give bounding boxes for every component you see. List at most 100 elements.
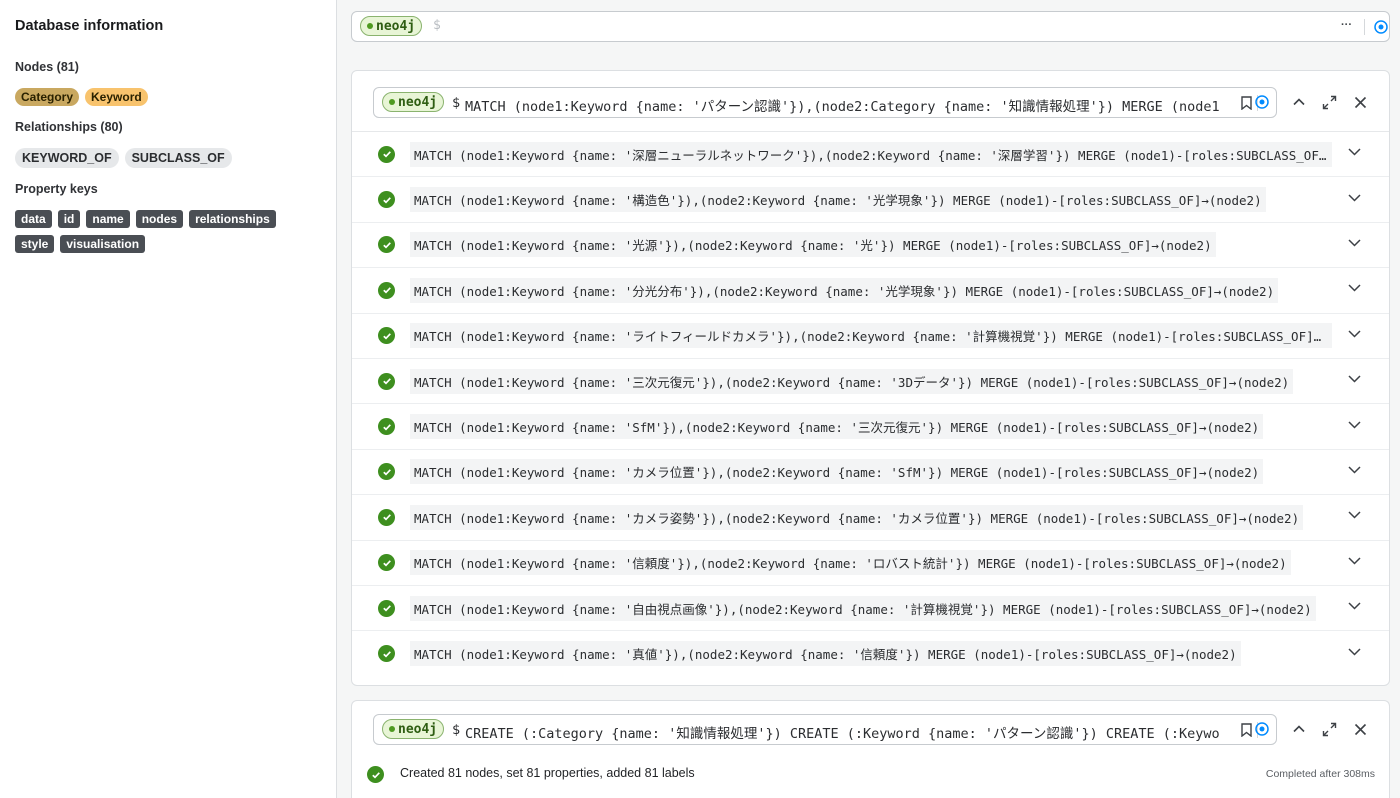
close-icon (1354, 96, 1366, 108)
save-favorite-button[interactable] (1239, 722, 1253, 738)
chevron-up-icon (1293, 98, 1305, 106)
statement-query: MATCH (node1:Keyword {name: 'カメラ位置'}),(n… (410, 459, 1264, 485)
relationship-type-chip[interactable]: KEYWORD_OF (15, 148, 119, 168)
run-query-button[interactable] (1373, 19, 1389, 35)
statement-row[interactable]: MATCH (node1:Keyword {name: '三次元復元'}),(n… (352, 359, 1389, 405)
fullscreen-button[interactable] (1320, 93, 1338, 111)
fullscreen-button[interactable] (1320, 720, 1338, 738)
relationship-type-list: KEYWORD_OF SUBCLASS_OF (15, 148, 321, 168)
result-summary: Created 81 nodes, set 81 properties, add… (352, 759, 1389, 789)
statement-row[interactable]: MATCH (node1:Keyword {name: '自由視点画像'}),(… (352, 586, 1389, 632)
database-name: neo4j (398, 721, 438, 737)
node-label-list: Category Keyword (15, 88, 321, 106)
rerun-query-button[interactable] (1254, 94, 1270, 110)
property-key-chip[interactable]: relationships (189, 210, 276, 228)
chevron-up-icon (1293, 725, 1305, 733)
database-name: neo4j (398, 94, 438, 110)
statement-row[interactable]: MATCH (node1:Keyword {name: '信頼度'}),(nod… (352, 541, 1389, 586)
property-key-list: data id name nodes relationships style visuali… (15, 210, 321, 253)
success-check-icon (378, 599, 395, 617)
bookmark-icon (1240, 723, 1252, 737)
frame-header: neo4j $ CREATE (:Category {name: '知識情報処理… (352, 701, 1389, 761)
frame-query-editor[interactable]: neo4j $ CREATE (:Category {name: '知識情報処理… (373, 714, 1277, 745)
statement-row[interactable]: MATCH (node1:Keyword {name: '構造色'}),(nod… (352, 177, 1389, 223)
editor-prompt: $ (433, 18, 441, 33)
bookmark-icon (1240, 96, 1252, 110)
relationships-heading: Relationships (80) (15, 120, 123, 134)
chevron-down-icon[interactable] (1347, 371, 1362, 391)
statement-row[interactable]: MATCH (node1:Keyword {name: 'ライトフィールドカメラ… (352, 314, 1389, 359)
connected-dot-icon (389, 726, 395, 732)
query-prompt: $ (452, 722, 461, 738)
play-circle-icon (1374, 20, 1388, 34)
property-key-chip[interactable]: name (86, 210, 130, 228)
close-frame-button[interactable] (1351, 720, 1369, 738)
query-text: CREATE (:Category {name: '知識情報処理'}) CREA… (465, 726, 1220, 742)
more-options-button[interactable]: ··· (1341, 19, 1352, 31)
success-check-icon (378, 645, 395, 663)
database-info-sidebar: Database information Nodes (81) Category… (0, 0, 337, 798)
success-check-icon (378, 554, 395, 572)
statement-query: MATCH (node1:Keyword {name: '信頼度'}),(nod… (410, 550, 1291, 576)
database-name: neo4j (376, 18, 416, 34)
statement-query: MATCH (node1:Keyword {name: '深層ニューラルネットワ… (410, 141, 1332, 167)
success-check-icon (378, 145, 395, 163)
chevron-down-icon[interactable] (1347, 326, 1362, 346)
chevron-down-icon[interactable] (1347, 462, 1362, 482)
success-check-icon (378, 191, 395, 209)
execution-time: Completed after 308ms (1265, 768, 1375, 780)
success-check-icon (378, 327, 395, 345)
close-frame-button[interactable] (1351, 93, 1369, 111)
statement-list: MATCH (node1:Keyword {name: '深層ニューラルネットワ… (352, 131, 1389, 677)
property-key-chip[interactable]: nodes (135, 210, 184, 228)
statement-row[interactable]: MATCH (node1:Keyword {name: 'カメラ位置'}),(n… (352, 450, 1389, 496)
chevron-down-icon[interactable] (1347, 280, 1362, 300)
chevron-down-icon[interactable] (1347, 507, 1362, 527)
statement-row[interactable]: MATCH (node1:Keyword {name: 'SfM'}),(nod… (352, 404, 1389, 450)
statement-row[interactable]: MATCH (node1:Keyword {name: '真値'}),(node… (352, 631, 1389, 676)
query-editor[interactable]: neo4j $ ··· (351, 11, 1390, 42)
database-selector[interactable]: neo4j (360, 16, 423, 36)
rerun-query-button[interactable] (1254, 721, 1270, 737)
statement-query: MATCH (node1:Keyword {name: '真値'}),(node… (410, 641, 1241, 667)
collapse-frame-button[interactable] (1290, 720, 1308, 738)
result-status-text: Created 81 nodes, set 81 properties, add… (400, 766, 695, 780)
database-badge: neo4j (382, 92, 445, 112)
save-favorite-button[interactable] (1239, 95, 1253, 111)
chevron-down-icon[interactable] (1347, 417, 1362, 437)
play-circle-icon (1255, 95, 1269, 109)
statement-row[interactable]: MATCH (node1:Keyword {name: '光源'}),(node… (352, 223, 1389, 269)
chevron-down-icon[interactable] (1347, 598, 1362, 618)
statement-query: MATCH (node1:Keyword {name: 'SfM'}),(nod… (410, 414, 1264, 440)
chevron-down-icon[interactable] (1347, 644, 1362, 664)
result-frame-merge: neo4j $ MATCH (node1:Keyword {name: 'パター… (351, 70, 1390, 686)
statement-query: MATCH (node1:Keyword {name: '分光分布'}),(no… (410, 277, 1279, 303)
play-circle-icon (1255, 722, 1269, 736)
collapse-frame-button[interactable] (1290, 93, 1308, 111)
statement-row[interactable]: MATCH (node1:Keyword {name: '深層ニューラルネットワ… (352, 132, 1389, 178)
node-label-chip[interactable]: Category (15, 88, 80, 106)
property-key-chip[interactable]: data (15, 210, 52, 228)
property-key-chip[interactable]: id (57, 210, 81, 228)
frame-query-editor[interactable]: neo4j $ MATCH (node1:Keyword {name: 'パター… (373, 87, 1277, 118)
success-check-icon (378, 236, 395, 254)
property-key-chip[interactable]: visualisation (60, 235, 146, 253)
statement-row[interactable]: MATCH (node1:Keyword {name: '分光分布'}),(no… (352, 268, 1389, 314)
node-label-chip[interactable]: Keyword (85, 88, 148, 106)
query-prompt: $ (452, 95, 461, 111)
sidebar-title: Database information (15, 18, 164, 34)
chevron-down-icon[interactable] (1347, 144, 1362, 164)
statement-query: MATCH (node1:Keyword {name: 'カメラ姿勢'}),(n… (410, 504, 1304, 530)
chevron-down-icon[interactable] (1347, 190, 1362, 210)
statement-row[interactable]: MATCH (node1:Keyword {name: 'カメラ姿勢'}),(n… (352, 495, 1389, 541)
connected-dot-icon (389, 99, 395, 105)
main-stream: neo4j $ ··· neo4j $ MATCH (node1:Keyword… (338, 0, 1400, 798)
statement-query: MATCH (node1:Keyword {name: '構造色'}),(nod… (410, 187, 1266, 213)
statement-query: MATCH (node1:Keyword {name: '自由視点画像'}),(… (410, 595, 1316, 621)
property-key-chip[interactable]: style (15, 235, 55, 253)
success-check-icon (378, 418, 395, 436)
chevron-down-icon[interactable] (1347, 553, 1362, 573)
chevron-down-icon[interactable] (1347, 235, 1362, 255)
relationship-type-chip[interactable]: SUBCLASS_OF (124, 148, 232, 168)
frame-header: neo4j $ MATCH (node1:Keyword {name: 'パター… (352, 71, 1389, 131)
